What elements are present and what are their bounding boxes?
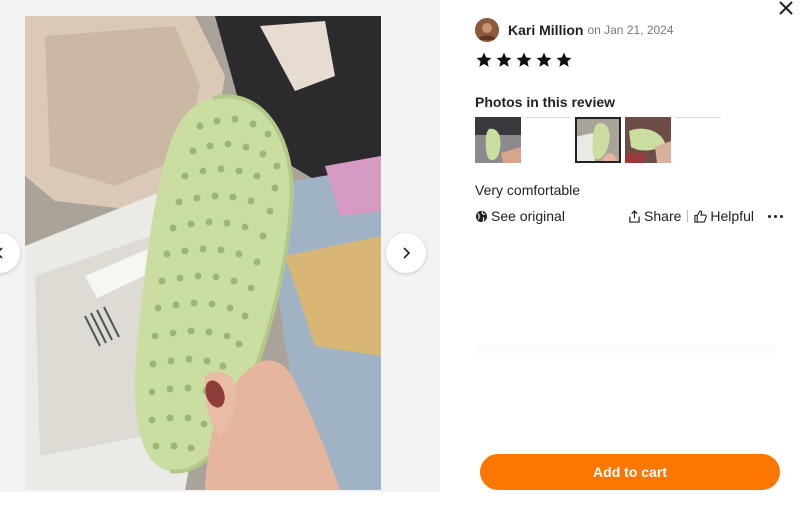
- share-icon: [629, 209, 640, 223]
- see-original-link[interactable]: See original: [475, 208, 565, 224]
- star-icon: [536, 52, 552, 67]
- share-label: Share: [644, 208, 682, 224]
- photo-thumbnail[interactable]: [675, 117, 721, 163]
- close-button[interactable]: [776, 0, 796, 18]
- photo-thumbnail[interactable]: [475, 117, 521, 163]
- star-icon: [556, 52, 572, 67]
- previous-photo-button[interactable]: [0, 233, 20, 273]
- thumbs-up-icon: [694, 209, 708, 223]
- see-original-label: See original: [491, 208, 565, 224]
- photo-thumbnail[interactable]: [525, 117, 571, 163]
- helpful-button[interactable]: Helpful: [694, 208, 754, 224]
- close-icon: [779, 1, 793, 15]
- review-actions: See original Share Helpful: [475, 207, 785, 225]
- review-text: Very comfortable: [475, 182, 581, 198]
- more-options-button[interactable]: [766, 207, 785, 225]
- globe-icon: [475, 210, 488, 222]
- review-author: Kari Million on Jan 21, 2024: [475, 17, 785, 43]
- photo-thumbnails: [475, 117, 785, 163]
- star-icon: [476, 52, 492, 67]
- more-icon: [768, 214, 771, 218]
- chevron-right-icon: [403, 247, 411, 259]
- photo-gallery: [0, 0, 440, 492]
- next-photo-button[interactable]: [386, 233, 426, 273]
- star-icon: [496, 52, 512, 67]
- star-icon: [516, 52, 532, 67]
- share-button[interactable]: Share: [628, 208, 681, 224]
- divider: [687, 210, 689, 222]
- photo-thumbnail[interactable]: [575, 117, 621, 163]
- review-panel: Kari Million on Jan 21, 2024 Photos in t…: [475, 17, 785, 225]
- photos-title: Photos in this review: [475, 94, 616, 110]
- author-name: Kari Million: [508, 22, 584, 38]
- divider: [475, 345, 775, 357]
- add-to-cart-button[interactable]: Add to cart: [480, 454, 780, 490]
- rating-stars: [475, 51, 785, 69]
- avatar: [475, 18, 499, 42]
- photo-thumbnail[interactable]: [625, 117, 671, 163]
- helpful-label: Helpful: [710, 208, 754, 224]
- chevron-left-icon: [0, 247, 3, 259]
- review-photo: [25, 16, 381, 490]
- review-date: on Jan 21, 2024: [587, 23, 674, 37]
